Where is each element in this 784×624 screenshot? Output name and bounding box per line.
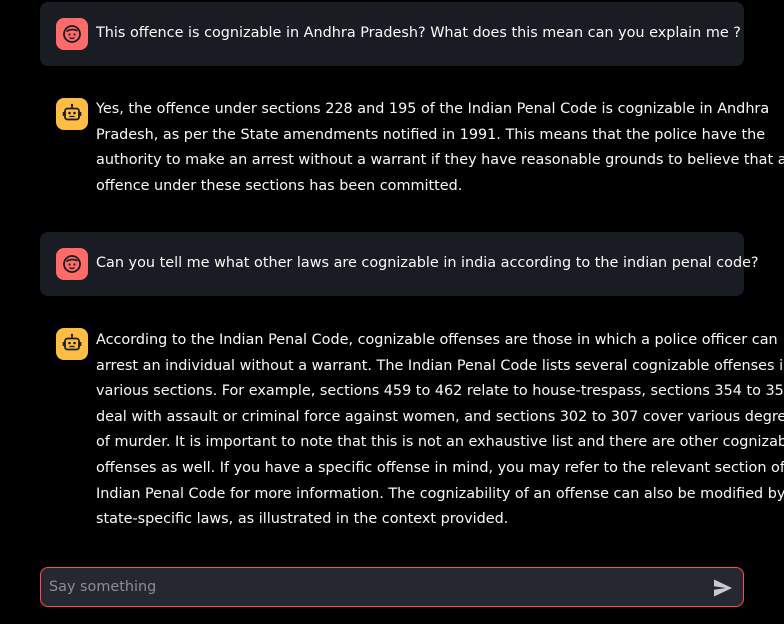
message-line: Yes, the offence under sections 228 and … — [96, 101, 770, 117]
message-line: state-specific laws, as illustrated in t… — [96, 511, 509, 528]
message-line: This offence is cognizable in Andhra Pra… — [96, 25, 741, 41]
assistant-avatar — [56, 328, 88, 360]
message-line: Can you tell me what other laws are cogn… — [96, 255, 759, 271]
message-line: various sections. For example, sections … — [96, 383, 784, 400]
message-line: deal with assault or criminal force agai… — [96, 408, 784, 425]
message-line: offence under these sections has been co… — [96, 177, 463, 194]
user-avatar — [56, 18, 88, 50]
robot-icon — [62, 333, 82, 351]
message-line: Pradesh, as per the State amendments not… — [96, 126, 766, 143]
message-line: Indian Penal Code for more information. … — [96, 485, 784, 502]
message-line: offenses as well. If you have a specific… — [96, 459, 784, 476]
user-face-icon — [63, 25, 81, 43]
user-avatar — [56, 248, 88, 280]
chat-message-assistant: According to the Indian Penal Code, cogn… — [40, 312, 784, 540]
message-text: Yes, the offence under sections 228 and … — [96, 97, 784, 199]
chat-message-assistant: Yes, the offence under sections 228 and … — [40, 82, 784, 202]
send-icon — [714, 579, 732, 597]
message-line: authority to make an arrest without a wa… — [96, 152, 784, 169]
message-line: arrest an individual without a warrant. … — [96, 357, 784, 374]
send-button[interactable] — [711, 576, 735, 600]
chat-input[interactable] — [49, 568, 699, 606]
user-face-icon — [63, 255, 81, 273]
chat-message-user: This offence is cognizable in Andhra Pra… — [40, 2, 744, 66]
chat-message-user: Can you tell me what other laws are cogn… — [40, 232, 759, 296]
message-line: of murder. It is important to note that … — [96, 434, 784, 451]
message-line: According to the Indian Penal Code, cogn… — [96, 332, 778, 348]
robot-icon — [62, 103, 82, 121]
message-text: This offence is cognizable in Andhra Pra… — [96, 21, 744, 47]
message-text: According to the Indian Penal Code, cogn… — [96, 328, 784, 533]
message-text: Can you tell me what other laws are cogn… — [96, 251, 759, 277]
assistant-avatar — [56, 98, 88, 130]
chat-input-container — [40, 567, 744, 607]
